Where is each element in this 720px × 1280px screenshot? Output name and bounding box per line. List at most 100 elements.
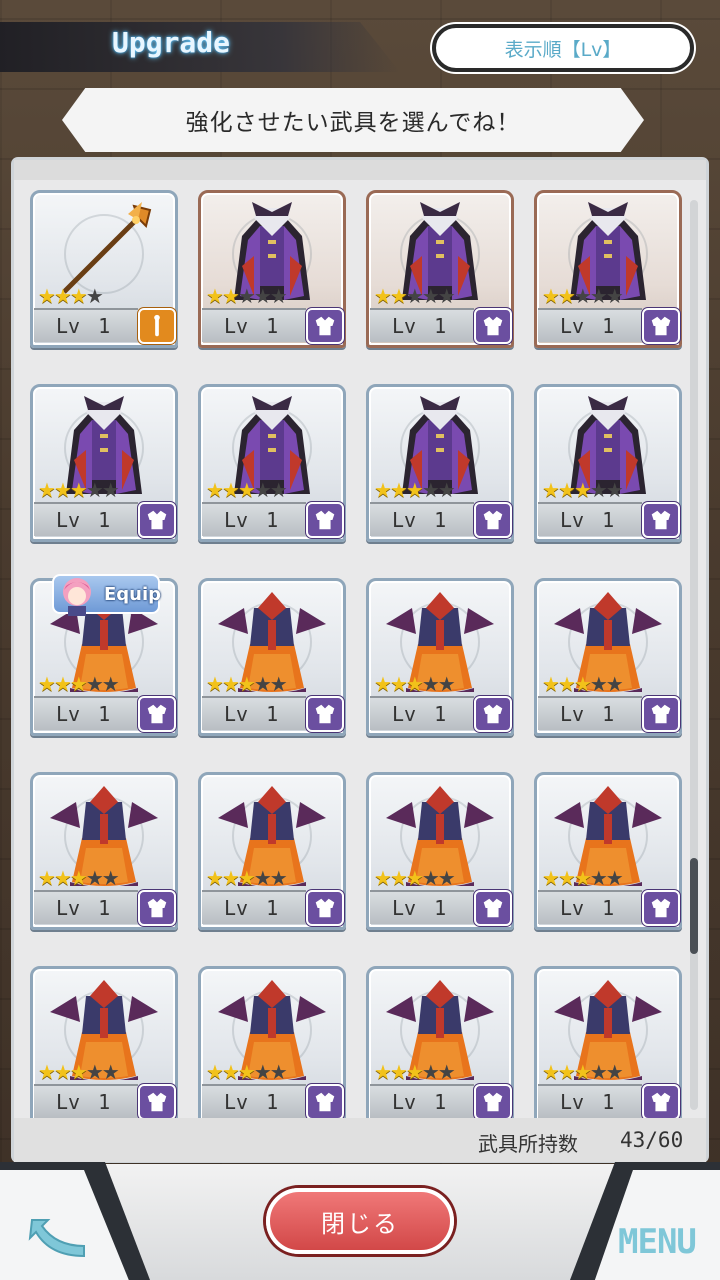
armor-type-badge (474, 308, 512, 344)
close-button[interactable]: 閉じる (266, 1188, 454, 1254)
star-empty-icon: ★ (437, 478, 456, 502)
armor-type-badge (474, 1084, 512, 1118)
item-card[interactable]: ★★★★★ Lv 1 (360, 384, 520, 556)
star-filled-icon: ★ (405, 672, 424, 696)
item-card[interactable]: ★★★★ Lv 1 (24, 190, 184, 362)
armor-icon (483, 1092, 503, 1112)
armor-type-badge (306, 502, 344, 538)
star-empty-icon: ★ (605, 1060, 624, 1084)
level-label: Lv (56, 896, 81, 920)
item-card[interactable]: ★★★★★ Lv 1 (360, 578, 520, 750)
star-filled-icon: ★ (221, 866, 240, 890)
level-value: 1 (98, 702, 111, 726)
armor-icon (651, 1092, 671, 1112)
back-arrow-button[interactable] (26, 1212, 90, 1264)
top-bar: Upgrade 表示順【Lv】 (0, 0, 720, 84)
rarity-stars: ★★★★★ (206, 672, 288, 696)
item-card[interactable]: ★★★★★ Lv 1 Equip (24, 574, 184, 750)
level-value: 1 (266, 1090, 279, 1114)
item-card[interactable]: ★★★★★ Lv 1 (24, 772, 184, 944)
armor-type-badge (642, 1084, 680, 1118)
star-filled-icon: ★ (206, 1060, 224, 1084)
star-filled-icon: ★ (557, 1060, 576, 1084)
level-label: Lv (56, 702, 81, 726)
level-value: 1 (434, 314, 447, 338)
level-label: Lv (560, 702, 585, 726)
item-card[interactable]: ★★★★★ Lv 1 (528, 190, 688, 362)
item-card[interactable]: ★★★★★ Lv 1 (528, 578, 688, 750)
star-empty-icon: ★ (421, 284, 440, 308)
star-filled-icon: ★ (405, 866, 424, 890)
item-card[interactable]: ★★★★★ Lv 1 (192, 772, 352, 944)
star-filled-icon: ★ (573, 1060, 592, 1084)
level-bar: Lv 1 (538, 696, 642, 730)
level-bar: Lv 1 (202, 696, 306, 730)
star-empty-icon: ★ (605, 478, 624, 502)
level-value: 1 (434, 1090, 447, 1114)
star-filled-icon: ★ (542, 284, 560, 308)
item-count-label: 武具所持数 (478, 1132, 578, 1156)
level-value: 1 (98, 896, 111, 920)
level-value: 1 (602, 1090, 615, 1114)
level-value: 1 (434, 508, 447, 532)
item-card[interactable]: ★★★★★ Lv 1 (24, 384, 184, 556)
item-grid-viewport[interactable]: ★★★★ Lv 1 ★★★★★ Lv 1 ★★★★★ Lv 1 ★★★★★ Lv 1 ★★★★★ Lv 1 ★… (24, 190, 688, 1118)
sort-order-button[interactable]: 表示順【Lv】 (432, 24, 694, 72)
star-filled-icon: ★ (69, 1060, 88, 1084)
item-card[interactable]: ★★★★★ Lv 1 (24, 966, 184, 1118)
item-card[interactable]: ★★★★★ Lv 1 (528, 772, 688, 944)
staff-icon (154, 314, 160, 337)
item-card[interactable]: ★★★★★ Lv 1 (528, 966, 688, 1118)
level-label: Lv (224, 702, 249, 726)
item-card[interactable]: ★★★★★ Lv 1 (360, 190, 520, 362)
level-label: Lv (224, 1090, 249, 1114)
level-value: 1 (98, 314, 111, 338)
equip-label: Equip (104, 584, 162, 605)
level-value: 1 (98, 1090, 111, 1114)
star-empty-icon: ★ (253, 672, 272, 696)
armor-icon (651, 704, 671, 724)
star-filled-icon: ★ (557, 478, 576, 502)
star-filled-icon: ★ (221, 1060, 240, 1084)
rarity-stars: ★★★★★ (38, 1060, 120, 1084)
item-card[interactable]: ★★★★★ Lv 1 (192, 578, 352, 750)
armor-type-badge (138, 696, 176, 732)
rarity-stars: ★★★★★ (542, 1060, 624, 1084)
armor-icon (315, 510, 335, 530)
star-filled-icon: ★ (53, 284, 72, 308)
rarity-stars: ★★★★★ (38, 672, 120, 696)
level-label: Lv (224, 896, 249, 920)
star-empty-icon: ★ (101, 478, 120, 502)
armor-type-badge (474, 502, 512, 538)
star-filled-icon: ★ (374, 672, 392, 696)
level-label: Lv (56, 508, 81, 532)
armor-type-badge (474, 696, 512, 732)
item-card[interactable]: ★★★★★ Lv 1 (192, 384, 352, 556)
armor-icon (147, 704, 167, 724)
level-label: Lv (392, 508, 417, 532)
menu-button[interactable]: MENU (618, 1222, 697, 1262)
item-card[interactable]: ★★★★★ Lv 1 (528, 384, 688, 556)
item-card[interactable]: ★★★★★ Lv 1 (360, 966, 520, 1118)
armor-type-badge (138, 502, 176, 538)
armor-icon (651, 316, 671, 336)
level-bar: Lv 1 (202, 1084, 306, 1118)
level-label: Lv (560, 1090, 585, 1114)
armor-type-badge (642, 502, 680, 538)
armor-type-badge (138, 890, 176, 926)
star-filled-icon: ★ (542, 672, 560, 696)
rarity-stars: ★★★★★ (542, 866, 624, 890)
scrollbar-thumb[interactable] (690, 858, 698, 954)
item-card[interactable]: ★★★★★ Lv 1 (192, 966, 352, 1118)
character-avatar (58, 572, 96, 616)
scrollbar-track[interactable] (690, 200, 698, 1110)
star-empty-icon: ★ (269, 1060, 288, 1084)
star-filled-icon: ★ (53, 478, 72, 502)
star-filled-icon: ★ (69, 284, 88, 308)
item-card[interactable]: ★★★★★ Lv 1 (192, 190, 352, 362)
rarity-stars: ★★★★ (38, 284, 104, 308)
star-filled-icon: ★ (237, 672, 256, 696)
level-label: Lv (224, 508, 249, 532)
item-card[interactable]: ★★★★★ Lv 1 (360, 772, 520, 944)
level-bar: Lv 1 (370, 308, 474, 342)
